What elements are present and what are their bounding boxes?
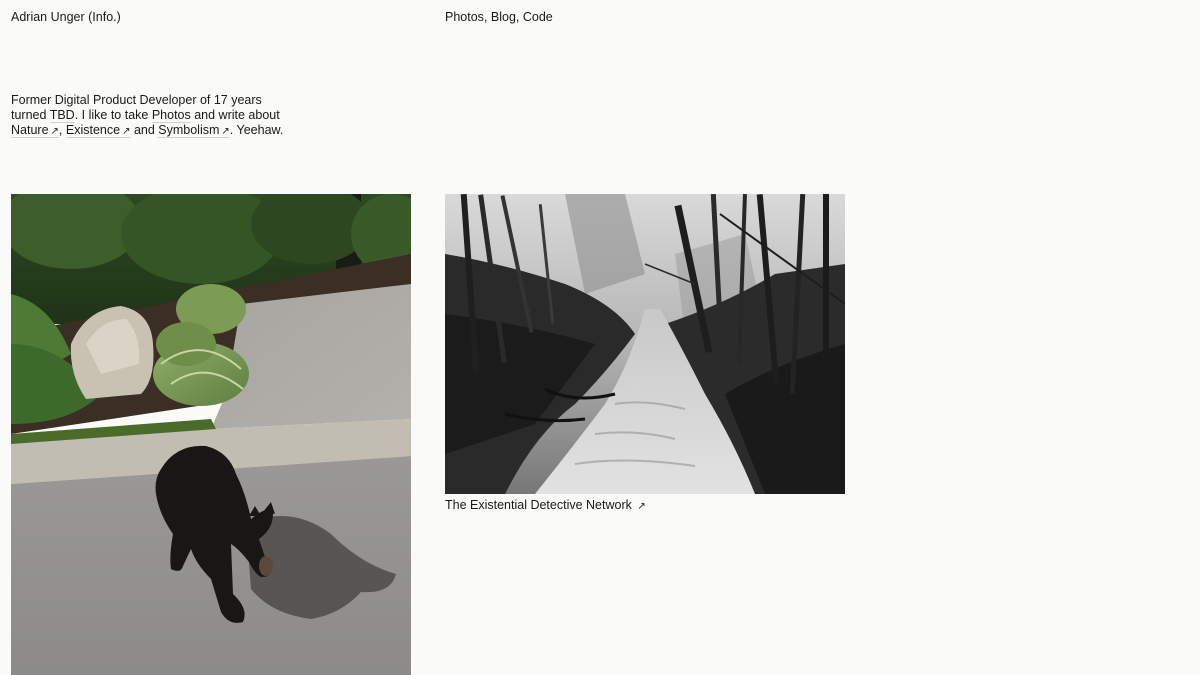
- bio-text: and: [130, 123, 159, 137]
- bear-photo-image: [11, 194, 411, 675]
- bio-text: ,: [58, 123, 66, 137]
- bio-text: . I like to take: [74, 108, 152, 122]
- existence-link-label: Existence: [65, 123, 121, 137]
- info-link[interactable]: (Info.): [88, 10, 121, 24]
- forest-path-photo-image: [445, 194, 845, 494]
- nature-link[interactable]: Nature ↗: [11, 123, 59, 138]
- bear-photo[interactable]: [11, 194, 411, 675]
- photo-caption-label: The Existential Detective Network: [445, 498, 632, 512]
- external-link-icon: ↗: [637, 501, 646, 512]
- tbd-link[interactable]: TBD: [49, 108, 75, 123]
- photo-caption-link[interactable]: The Existential Detective Network ↗: [445, 498, 646, 514]
- page: Adrian Unger (Info.) Photos, Blog, Code …: [0, 0, 1200, 675]
- external-link-icon: ↗: [221, 126, 230, 137]
- nav-separator: ,: [515, 10, 523, 24]
- nav-code-link[interactable]: Code: [523, 10, 553, 24]
- nav-photos-link[interactable]: Photos: [445, 10, 484, 24]
- external-link-icon: ↗: [50, 126, 59, 137]
- symbolism-link-label: Symbolism: [158, 123, 220, 137]
- nav-separator: ,: [483, 10, 491, 24]
- nav-blog-link[interactable]: Blog: [491, 10, 516, 24]
- symbolism-link[interactable]: Symbolism ↗: [158, 123, 230, 138]
- site-name-link[interactable]: Adrian Unger: [11, 10, 85, 24]
- bio-paragraph: Former Digital Product Developer of 17 y…: [11, 93, 291, 139]
- bio-text: and write about: [190, 108, 280, 122]
- photos-link[interactable]: Photos: [151, 108, 191, 123]
- existence-link[interactable]: Existence ↗: [65, 123, 131, 138]
- nature-link-label: Nature: [11, 123, 49, 137]
- top-nav: Photos, Blog, Code: [445, 10, 553, 25]
- forest-path-photo[interactable]: [445, 194, 845, 494]
- bio-text: . Yeehaw.: [229, 123, 284, 137]
- site-header: Adrian Unger (Info.): [11, 10, 121, 25]
